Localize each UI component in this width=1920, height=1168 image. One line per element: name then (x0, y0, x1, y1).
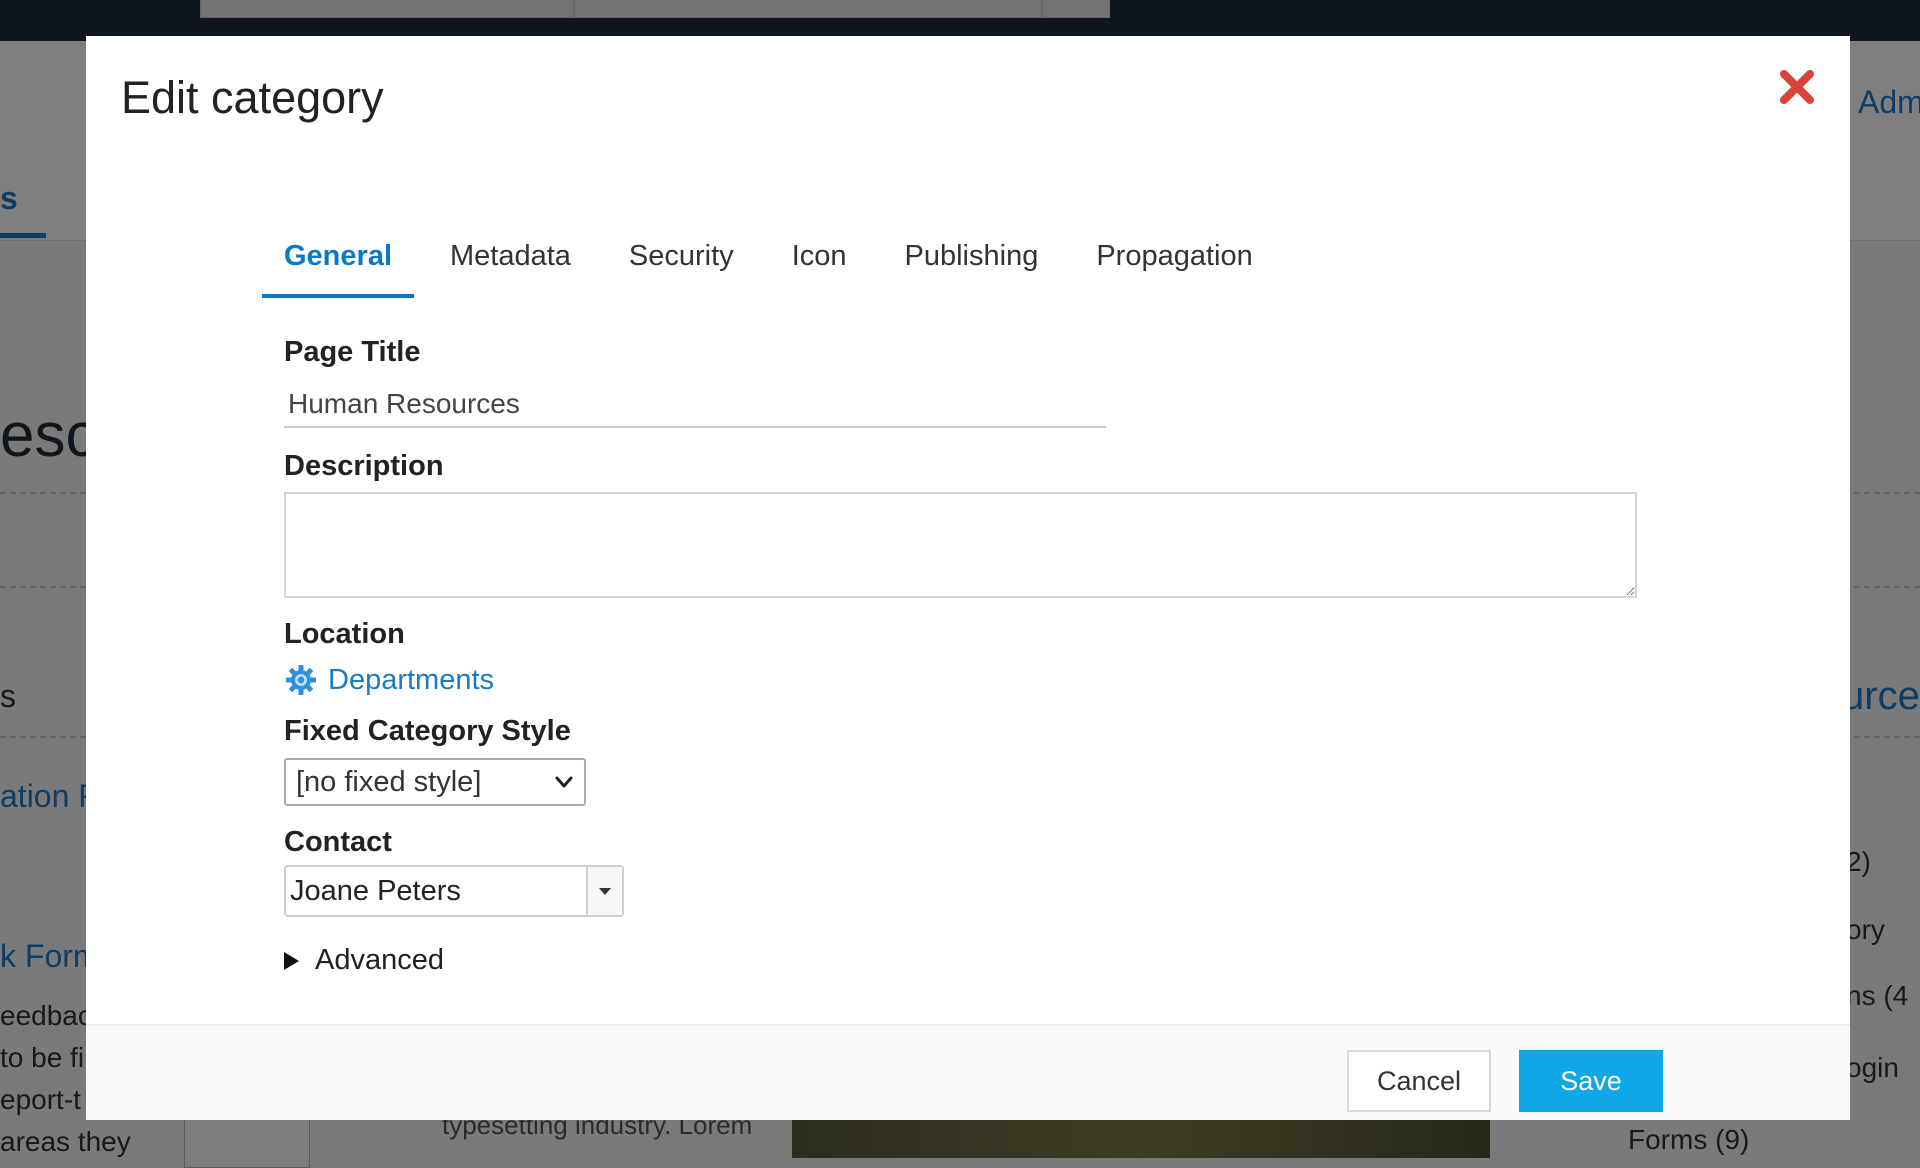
description-textarea[interactable] (284, 492, 1637, 598)
page-title-label: Page Title (284, 336, 421, 368)
cancel-button[interactable]: Cancel (1347, 1050, 1491, 1112)
edit-category-dialog: Edit category General Metadata Security … (86, 36, 1850, 1120)
fixed-style-label: Fixed Category Style (284, 715, 571, 747)
advanced-toggle[interactable]: Advanced (284, 944, 444, 977)
tab-icon[interactable]: Icon (770, 198, 869, 298)
tab-security[interactable]: Security (607, 198, 756, 298)
tab-publishing[interactable]: Publishing (883, 198, 1061, 298)
tab-metadata[interactable]: Metadata (428, 198, 593, 298)
save-button[interactable]: Save (1519, 1050, 1663, 1112)
location-link[interactable]: Departments (328, 664, 494, 697)
page-title-input[interactable] (284, 382, 1106, 428)
gear-icon (286, 665, 316, 695)
chevron-down-icon (555, 776, 573, 788)
dialog-title: Edit category (121, 72, 384, 123)
contact-combobox: Joane Peters (284, 865, 624, 917)
location-label: Location (284, 618, 405, 650)
location-value: Departments (284, 660, 494, 700)
disclosure-triangle-icon (284, 951, 299, 970)
fixed-style-value: [no fixed style] (296, 765, 482, 798)
caret-down-icon (599, 887, 611, 895)
advanced-label: Advanced (315, 944, 444, 976)
contact-dropdown-button[interactable] (586, 867, 622, 915)
description-label: Description (284, 450, 444, 482)
close-icon-glyph (1780, 70, 1814, 104)
contact-label: Contact (284, 826, 392, 858)
tab-general[interactable]: General (262, 198, 414, 298)
contact-input[interactable]: Joane Peters (286, 867, 586, 915)
tab-propagation[interactable]: Propagation (1074, 198, 1274, 298)
dialog-footer: Cancel Save (86, 1024, 1850, 1120)
close-icon[interactable] (1776, 66, 1818, 108)
fixed-style-select[interactable]: [no fixed style] (284, 758, 586, 806)
dialog-tabs: General Metadata Security Icon Publishin… (262, 198, 1289, 298)
